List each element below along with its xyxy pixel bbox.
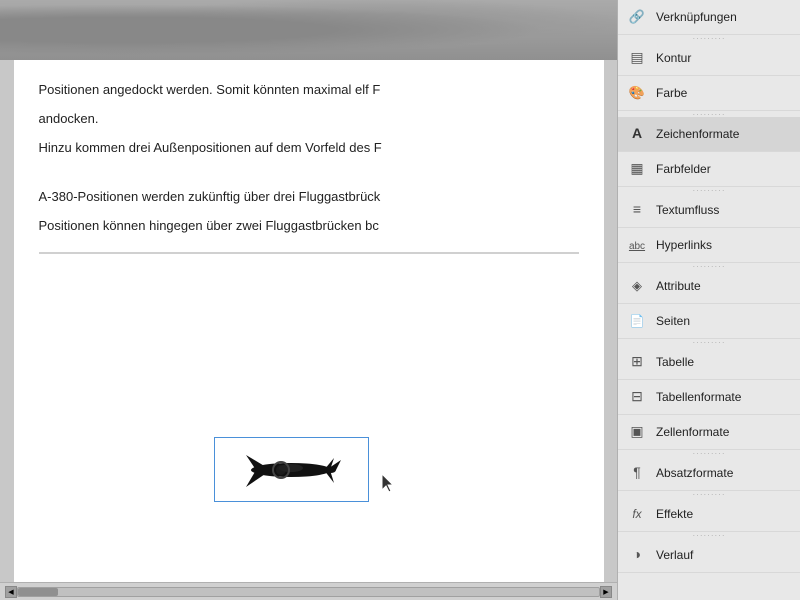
gradient-icon	[626, 544, 648, 566]
panel-item-kontur[interactable]: Kontur	[618, 41, 800, 76]
page-text: Positionen angedockt werden. Somit könnt…	[39, 80, 579, 237]
panel-item-verlauf[interactable]: Verlauf	[618, 538, 800, 573]
panel-item-hyperlinks[interactable]: Hyperlinks	[618, 228, 800, 263]
panel-item-seiten[interactable]: Seiten	[618, 304, 800, 339]
right-panel: Verknüpfungen Kontur Farbe Zeichenformate Fa…	[617, 0, 800, 600]
panel-item-verknuepfungen[interactable]: Verknüpfungen	[618, 0, 800, 35]
table-icon	[626, 351, 648, 373]
paragraph-3: Hinzu kommen drei Außenpositionen auf de…	[39, 138, 579, 159]
effects-icon	[626, 503, 648, 525]
panel-item-label-farbfelder: Farbfelder	[656, 162, 792, 176]
horizontal-scrollbar[interactable]: ◀ ▶	[0, 582, 617, 600]
panel-item-label-tabelle: Tabelle	[656, 355, 792, 369]
panel-item-label-tabellenformate: Tabellenformate	[656, 390, 792, 404]
panel-item-tabelle[interactable]: Tabelle	[618, 345, 800, 380]
panel-item-label-textumfluss: Textumfluss	[656, 203, 792, 217]
colorfield-icon	[626, 158, 648, 180]
scrollbar-thumb[interactable]	[18, 588, 58, 596]
scroll-left-button[interactable]: ◀	[5, 586, 17, 598]
panel-item-zellenformate[interactable]: Zellenformate	[618, 415, 800, 450]
contour-icon	[626, 47, 648, 69]
panel-item-absatzformate[interactable]: Absatzformate	[618, 456, 800, 491]
panel-item-label-zeichenformate: Zeichenformate	[656, 127, 792, 141]
panel-item-farbe[interactable]: Farbe	[618, 76, 800, 111]
scroll-right-button[interactable]: ▶	[600, 586, 612, 598]
color-icon	[626, 82, 648, 104]
panel-item-label-absatzformate: Absatzformate	[656, 466, 792, 480]
panel-item-label-kontur: Kontur	[656, 51, 792, 65]
mouse-cursor	[382, 474, 398, 494]
charformat-icon	[626, 123, 648, 145]
panel-item-textumfluss[interactable]: Textumfluss	[618, 193, 800, 228]
panel-item-attribute[interactable]: Attribute	[618, 269, 800, 304]
textflow-icon	[626, 199, 648, 221]
hyperlink-icon	[626, 234, 648, 256]
pages-icon	[626, 310, 648, 332]
paragraph-4: A-380-Positionen werden zukünftig über d…	[39, 187, 579, 208]
panel-item-label-zellenformate: Zellenformate	[656, 425, 792, 439]
panel-item-label-attribute: Attribute	[656, 279, 792, 293]
airplane-image	[236, 445, 346, 495]
panel-item-label-effekte: Effekte	[656, 507, 792, 521]
top-image	[0, 0, 617, 60]
main-content: Positionen angedockt werden. Somit könnt…	[0, 0, 617, 600]
panel-item-label-hyperlinks: Hyperlinks	[656, 238, 792, 252]
panel-item-label-seiten: Seiten	[656, 314, 792, 328]
paragraph-1: Positionen angedockt werden. Somit könnt…	[39, 80, 579, 101]
cellformat-icon	[626, 421, 648, 443]
panel-item-tabellenformate[interactable]: Tabellenformate	[618, 380, 800, 415]
canvas-selection[interactable]	[214, 437, 369, 502]
paraformat-icon	[626, 462, 648, 484]
panel-item-label-farbe: Farbe	[656, 86, 792, 100]
page-divider	[39, 252, 579, 254]
panel-item-farbfelder[interactable]: Farbfelder	[618, 152, 800, 187]
paragraph-5: Positionen können hingegen über zwei Flu…	[39, 216, 579, 237]
attribute-icon	[626, 275, 648, 297]
scrollbar-track[interactable]	[17, 587, 600, 597]
panel-item-label-verlauf: Verlauf	[656, 548, 792, 562]
page-area: Positionen angedockt werden. Somit könnt…	[14, 60, 604, 582]
tableformat-icon	[626, 386, 648, 408]
panel-item-label-verknuepfungen: Verknüpfungen	[656, 10, 792, 24]
panel-item-effekte[interactable]: Effekte	[618, 497, 800, 532]
paragraph-2: andocken.	[39, 109, 579, 130]
chain-icon	[626, 6, 648, 28]
panel-item-zeichenformate[interactable]: Zeichenformate	[618, 117, 800, 152]
